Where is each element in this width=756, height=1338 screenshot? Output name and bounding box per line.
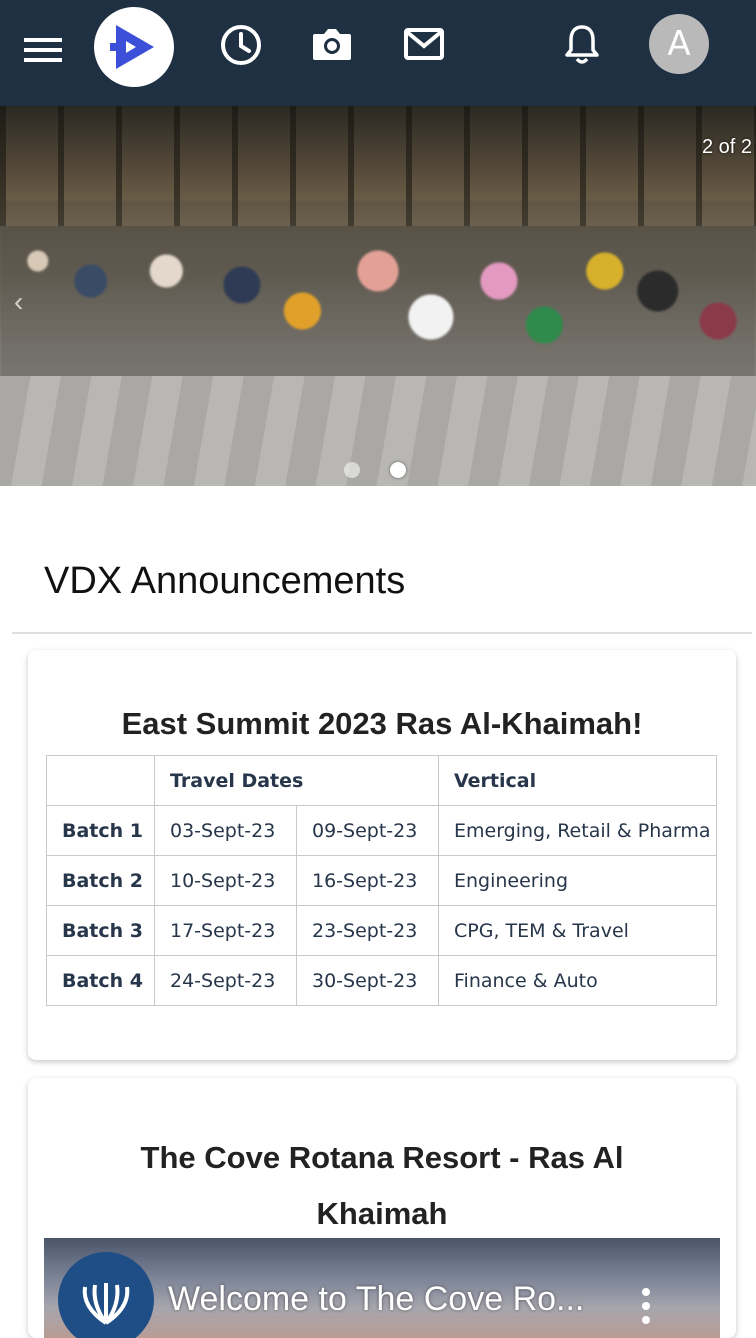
camera-icon[interactable] xyxy=(308,20,356,68)
announcement-card: East Summit 2023 Ras Al-Khaimah! Travel … xyxy=(28,650,736,1060)
batch-cell: Batch 2 xyxy=(46,855,155,906)
table-row: Batch 1 03-Sept-23 09-Sept-23 Emerging, … xyxy=(46,805,717,856)
app-logo[interactable] xyxy=(94,7,174,87)
previous-slide-icon[interactable]: ‹ xyxy=(14,286,34,317)
table-header-vertical: Vertical xyxy=(438,755,717,806)
vertical-cell: Finance & Auto xyxy=(438,955,717,1006)
vertical-cell: Emerging, Retail & Pharma xyxy=(438,805,717,856)
menu-icon[interactable] xyxy=(24,36,64,64)
more-options-icon[interactable] xyxy=(636,1284,656,1334)
card-title: The Cove Rotana Resort - Ras Al Khaimah xyxy=(140,1140,624,1231)
clock-icon[interactable] xyxy=(216,20,266,70)
carousel-dot-2[interactable] xyxy=(390,462,406,478)
section-title: VDX Announcements xyxy=(44,560,406,602)
table-row: Batch 2 10-Sept-23 16-Sept-23 Engineerin… xyxy=(46,855,717,906)
avatar[interactable]: A xyxy=(649,14,709,74)
start-date-cell: 10-Sept-23 xyxy=(154,855,297,906)
end-date-cell: 09-Sept-23 xyxy=(296,805,439,856)
photo-carousel[interactable]: 2 of 2 ‹ xyxy=(0,106,756,486)
end-date-cell: 30-Sept-23 xyxy=(296,955,439,1006)
summit-batches-table: Travel Dates Vertical Batch 1 03-Sept-23… xyxy=(46,755,717,1006)
end-date-cell: 16-Sept-23 xyxy=(296,855,439,906)
slide-indicator: 2 of 2 xyxy=(702,136,753,158)
carousel-dot-1[interactable] xyxy=(344,462,360,478)
start-date-cell: 17-Sept-23 xyxy=(154,905,297,956)
table-header-travel-dates: Travel Dates xyxy=(154,755,439,806)
bell-icon[interactable] xyxy=(560,20,604,68)
divider xyxy=(12,632,752,634)
video-title[interactable]: Welcome to The Cove Ro... xyxy=(168,1280,584,1319)
batch-cell: Batch 1 xyxy=(46,805,155,856)
start-date-cell: 03-Sept-23 xyxy=(154,805,297,856)
table-header-empty xyxy=(46,755,155,806)
vertical-cell: CPG, TEM & Travel xyxy=(438,905,717,956)
mail-icon[interactable] xyxy=(400,20,448,68)
vertical-cell: Engineering xyxy=(438,855,717,906)
carousel-image-group-photo xyxy=(0,201,756,401)
card-title: East Summit 2023 Ras Al-Khaimah! xyxy=(121,706,643,741)
end-date-cell: 23-Sept-23 xyxy=(296,905,439,956)
embedded-video[interactable]: Welcome to The Cove Ro... xyxy=(44,1238,720,1338)
announcement-card: The Cove Rotana Resort - Ras Al Khaimah … xyxy=(28,1078,736,1338)
channel-logo-icon[interactable] xyxy=(58,1252,154,1338)
batch-cell: Batch 3 xyxy=(46,905,155,956)
carousel-dots xyxy=(344,462,406,478)
batch-cell: Batch 4 xyxy=(46,955,155,1006)
start-date-cell: 24-Sept-23 xyxy=(154,955,297,1006)
top-navigation-bar: A xyxy=(0,0,756,106)
table-header-row: Travel Dates Vertical xyxy=(46,755,717,806)
table-row: Batch 3 17-Sept-23 23-Sept-23 CPG, TEM &… xyxy=(46,905,717,956)
table-row: Batch 4 24-Sept-23 30-Sept-23 Finance & … xyxy=(46,955,717,1006)
